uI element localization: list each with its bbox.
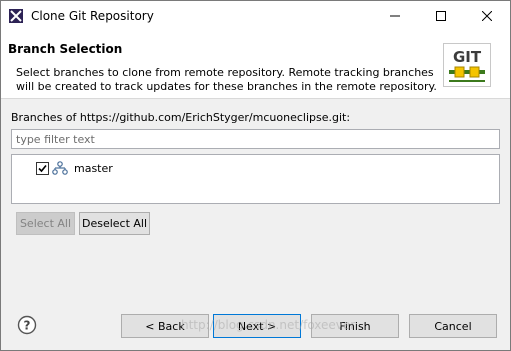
finish-button[interactable]: Finish [311,314,399,338]
branch-checkbox[interactable] [36,161,49,175]
svg-text:?: ? [24,319,31,333]
filter-input[interactable] [11,129,500,149]
next-button[interactable]: Next > [213,314,301,338]
branch-name: master [74,161,113,175]
description-line: will be created to track updates for the… [16,80,437,93]
maximize-button[interactable] [418,1,464,31]
help-icon[interactable]: ? [17,315,37,335]
title-bar[interactable]: Clone Git Repository [1,1,510,31]
back-button[interactable]: < Back [121,314,209,338]
page-title: Branch Selection [8,42,123,56]
wizard-header: Branch Selection Select branches to clon… [1,31,510,99]
logo-text: GIT [453,48,482,66]
eclipse-app-icon [9,9,23,23]
cancel-button[interactable]: Cancel [409,314,497,338]
close-button[interactable] [464,1,510,31]
clone-git-repository-dialog: Clone Git Repository Branch Selection Se… [0,0,511,351]
deselect-all-button[interactable]: Deselect All [79,212,150,235]
close-icon [482,11,492,21]
git-logo-icon: GIT [443,43,491,87]
list-item[interactable]: master [36,159,113,177]
branches-label: Branches of https://github.com/ErichStyg… [11,111,351,124]
checkmark-icon [38,164,47,172]
branch-list[interactable]: master [11,154,500,204]
description-line: Select branches to clone from remote rep… [16,66,434,79]
maximize-icon [436,11,446,21]
minimize-icon [390,15,400,17]
select-all-button[interactable]: Select All [16,212,75,235]
minimize-button[interactable] [372,1,418,31]
page-description: Select branches to clone from remote rep… [16,66,437,94]
branch-icon [52,161,68,175]
window-title: Clone Git Repository [31,9,154,23]
